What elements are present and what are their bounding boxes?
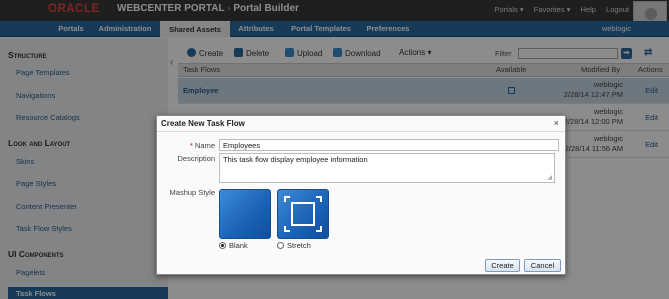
name-label: * Name bbox=[165, 141, 215, 150]
name-input[interactable]: Employees bbox=[219, 139, 559, 151]
radio-unselected-icon[interactable] bbox=[277, 242, 284, 249]
cancel-button[interactable]: Cancel bbox=[524, 259, 561, 272]
stretch-radio-label: Stretch bbox=[287, 241, 311, 250]
description-text: This task flow display employee informat… bbox=[223, 155, 368, 164]
blank-style-tile[interactable] bbox=[219, 189, 271, 239]
name-label-text: Name bbox=[194, 141, 215, 150]
create-button[interactable]: Create bbox=[485, 259, 520, 272]
description-label: Description bbox=[177, 154, 215, 163]
expand-arrow-icon bbox=[284, 196, 290, 202]
resize-handle-icon[interactable]: ◢ bbox=[547, 174, 552, 181]
description-textarea[interactable]: This task flow display employee informat… bbox=[219, 153, 555, 183]
stretch-radio[interactable]: Stretch bbox=[277, 241, 311, 250]
create-task-flow-dialog: Create New Task Flow × * Name Employees … bbox=[156, 115, 566, 275]
close-icon[interactable]: × bbox=[554, 118, 559, 128]
radio-selected-icon[interactable] bbox=[219, 242, 226, 249]
dialog-title: Create New Task Flow bbox=[161, 119, 245, 128]
blank-radio[interactable]: Blank bbox=[219, 241, 248, 250]
dialog-title-bar: Create New Task Flow × bbox=[157, 116, 565, 132]
stretch-icon bbox=[291, 202, 315, 226]
required-mark: * bbox=[189, 141, 193, 150]
mashup-style-label: Mashup Style bbox=[169, 188, 215, 197]
expand-arrow-icon bbox=[316, 196, 322, 202]
expand-arrow-icon bbox=[316, 226, 322, 232]
expand-arrow-icon bbox=[284, 226, 290, 232]
stretch-style-tile[interactable] bbox=[277, 189, 329, 239]
blank-radio-label: Blank bbox=[229, 241, 248, 250]
